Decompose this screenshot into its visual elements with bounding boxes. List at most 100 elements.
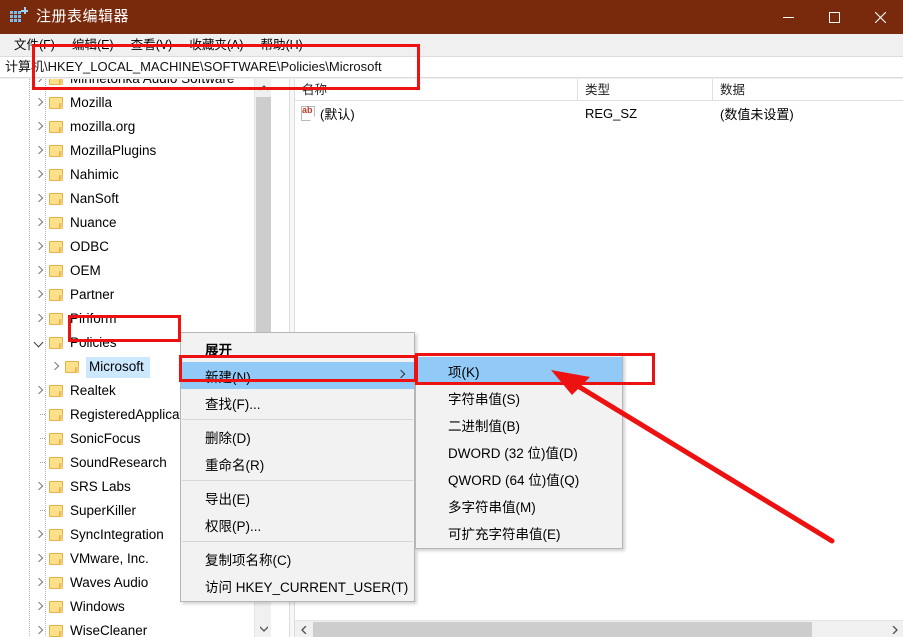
chevron-right-icon[interactable] <box>32 235 48 259</box>
context-menu-item[interactable]: 删除(D) <box>181 423 414 450</box>
column-header-name[interactable]: 名称 <box>295 79 578 101</box>
folder-icon <box>48 192 64 206</box>
folder-icon <box>48 312 64 326</box>
chevron-right-icon[interactable] <box>32 475 48 499</box>
chevron-right-icon[interactable] <box>32 211 48 235</box>
tree-item-piriform[interactable]: Piriform <box>0 307 271 331</box>
tree-item-label: WiseCleaner <box>70 623 148 637</box>
chevron-right-icon[interactable] <box>32 259 48 283</box>
chevron-right-icon[interactable] <box>32 187 48 211</box>
tree-item-minnetonka-audio-software[interactable]: Minnetonka Audio Software <box>0 79 271 91</box>
context-menu-item[interactable]: 访问 HKEY_CURRENT_USER(T) <box>181 572 414 599</box>
values-scroll-left-icon[interactable] <box>295 621 312 637</box>
chevron-right-icon[interactable] <box>32 115 48 139</box>
registry-context-menu[interactable]: 展开新建(N) 查找(F)... 删除(D) 重命名(R) 导出(E) 权限(P)... 复… <box>180 332 415 602</box>
menu-edit[interactable]: 编辑(E) <box>64 35 123 55</box>
tree-item-label: MozillaPlugins <box>70 143 157 158</box>
menu-bar: 文件(F) 编辑(E) 查看(V) 收藏夹(A) 帮助(H) <box>0 34 903 56</box>
folder-icon <box>48 576 64 590</box>
minimize-button[interactable] <box>765 0 811 34</box>
context-menu-item[interactable]: 展开 <box>181 335 414 362</box>
context-menu-item-label: 复制项名称(C) <box>205 552 292 568</box>
tree-item-mozillaplugins[interactable]: MozillaPlugins <box>0 139 271 163</box>
tree-item-label: Partner <box>70 287 115 302</box>
tree-item-label: Waves Audio <box>70 575 149 590</box>
table-row[interactable]: (默认) REG_SZ (数值未设置) <box>295 101 903 125</box>
window-title: 注册表编辑器 <box>36 8 130 25</box>
new-submenu[interactable]: 项(K) 字符串值(S) 二进制值(B) DWORD (32 位)值(D) QWORD … <box>415 354 623 549</box>
chevron-right-icon[interactable] <box>32 523 48 547</box>
chevron-right-icon[interactable] <box>32 283 48 307</box>
menu-separator <box>182 419 413 420</box>
values-column-header: 名称 类型 数据 <box>295 79 903 101</box>
submenu-item[interactable]: 二进制值(B) <box>416 411 622 438</box>
value-name-cell: (默认) <box>295 101 578 125</box>
chevron-right-icon[interactable] <box>48 355 64 379</box>
tree-scroll-up-icon[interactable] <box>255 79 272 96</box>
values-scroll-right-icon[interactable] <box>886 621 903 637</box>
chevron-right-icon[interactable] <box>32 379 48 403</box>
tree-item-label: mozilla.org <box>70 119 136 134</box>
values-scrollbar-thumb[interactable] <box>313 622 812 637</box>
menu-view[interactable]: 查看(V) <box>123 35 182 55</box>
tree-leaf-marker <box>32 427 48 451</box>
tree-item-label: SonicFocus <box>70 431 141 446</box>
context-menu-item[interactable]: 复制项名称(C) <box>181 545 414 572</box>
chevron-right-icon[interactable] <box>32 139 48 163</box>
tree-item-label: Minnetonka Audio Software <box>70 79 242 88</box>
tree-scroll-down-icon[interactable] <box>255 620 272 637</box>
chevron-right-icon[interactable] <box>32 547 48 571</box>
tree-item-oem[interactable]: OEM <box>0 259 271 283</box>
column-header-type[interactable]: 类型 <box>578 79 713 101</box>
chevron-right-icon[interactable] <box>32 91 48 115</box>
submenu-item-label: 二进制值(B) <box>448 418 520 434</box>
tree-item-label: Nahimic <box>70 167 119 182</box>
chevron-right-icon[interactable] <box>32 595 48 619</box>
tree-item-label: Nuance <box>70 215 117 230</box>
tree-item-mozilla[interactable]: Mozilla <box>0 91 271 115</box>
value-data-cell: (数值未设置) <box>720 106 794 122</box>
maximize-button[interactable] <box>811 0 857 34</box>
chevron-right-icon[interactable] <box>32 163 48 187</box>
menu-file[interactable]: 文件(F) <box>6 35 64 55</box>
context-menu-item-label: 查找(F)... <box>205 396 261 412</box>
context-menu-item[interactable]: 新建(N) <box>181 362 414 389</box>
tree-item-wisecleaner[interactable]: WiseCleaner <box>0 619 271 637</box>
chevron-down-icon[interactable] <box>32 331 48 355</box>
context-menu-item[interactable]: 重命名(R) <box>181 450 414 477</box>
submenu-item[interactable]: 项(K) <box>416 357 622 384</box>
folder-icon <box>48 288 64 302</box>
values-horizontal-scrollbar[interactable] <box>295 620 903 637</box>
submenu-item[interactable]: 字符串值(S) <box>416 384 622 411</box>
context-menu-item[interactable]: 查找(F)... <box>181 389 414 416</box>
address-bar[interactable]: 计算机\HKEY_LOCAL_MACHINE\SOFTWARE\Policies… <box>0 56 903 78</box>
submenu-item[interactable]: QWORD (64 位)值(Q) <box>416 465 622 492</box>
chevron-right-icon[interactable] <box>32 571 48 595</box>
tree-item-odbc[interactable]: ODBC <box>0 235 271 259</box>
tree-item-nansoft[interactable]: NanSoft <box>0 187 271 211</box>
context-menu-item[interactable]: 导出(E) <box>181 484 414 511</box>
context-menu-item[interactable]: 权限(P)... <box>181 511 414 538</box>
submenu-item[interactable]: 多字符串值(M) <box>416 492 622 519</box>
menu-favorites[interactable]: 收藏夹(A) <box>181 35 252 55</box>
submenu-item[interactable]: 可扩充字符串值(E) <box>416 519 622 546</box>
tree-item-label: Windows <box>70 599 125 614</box>
context-menu-item-label: 展开 <box>205 342 232 358</box>
submenu-item-label: QWORD (64 位)值(Q) <box>448 472 580 488</box>
tree-item-partner[interactable]: Partner <box>0 283 271 307</box>
menu-help[interactable]: 帮助(H) <box>252 35 311 55</box>
chevron-right-icon[interactable] <box>32 79 48 91</box>
close-button[interactable] <box>857 0 903 34</box>
column-header-data[interactable]: 数据 <box>713 79 903 101</box>
submenu-item[interactable]: DWORD (32 位)值(D) <box>416 438 622 465</box>
chevron-right-icon[interactable] <box>32 307 48 331</box>
menu-separator <box>182 480 413 481</box>
tree-item-nuance[interactable]: Nuance <box>0 211 271 235</box>
tree-item-mozilla-org[interactable]: mozilla.org <box>0 115 271 139</box>
chevron-right-icon[interactable] <box>32 619 48 637</box>
tree-item-nahimic[interactable]: Nahimic <box>0 163 271 187</box>
